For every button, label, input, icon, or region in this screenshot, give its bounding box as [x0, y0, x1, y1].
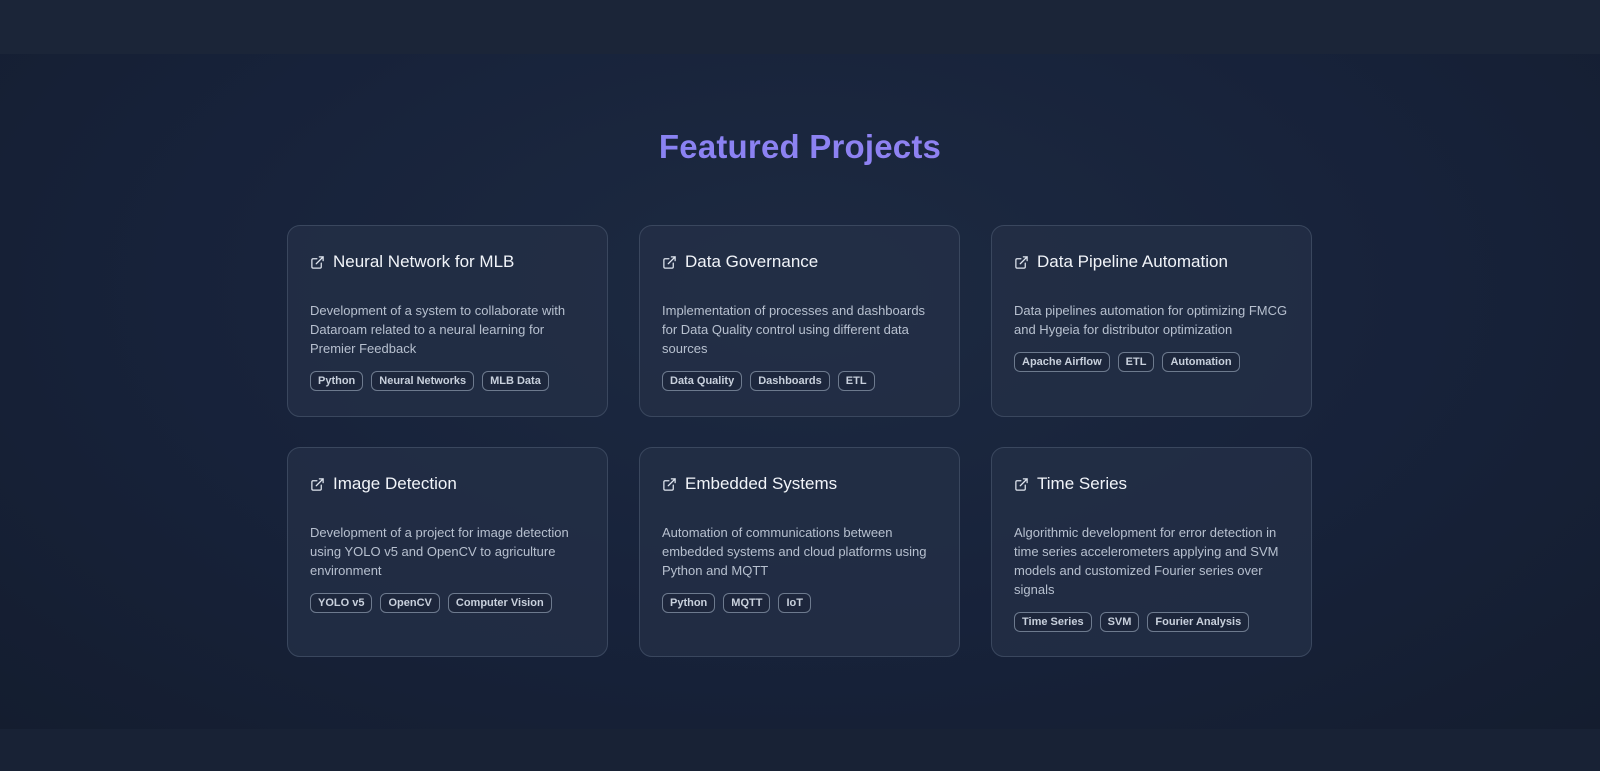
card-header: Neural Network for MLB	[310, 250, 585, 274]
tag: OpenCV	[380, 593, 440, 613]
project-description: Development of a system to collaborate w…	[310, 303, 566, 356]
section-title: Featured Projects	[0, 128, 1600, 166]
tag: Computer Vision	[447, 593, 552, 613]
tag: IoT	[778, 593, 811, 613]
tag-list: Apache Airflow ETL Automation	[1014, 352, 1289, 372]
project-title[interactable]: Embedded Systems	[685, 474, 837, 494]
tag: MQTT	[723, 593, 771, 613]
tag: Python	[662, 593, 716, 613]
tag: Time Series	[1014, 612, 1092, 632]
card-header: Image Detection	[310, 472, 585, 496]
project-card[interactable]: Time Series Algorithmic development for …	[991, 447, 1312, 657]
external-link-icon[interactable]	[662, 255, 677, 270]
project-card[interactable]: Data Governance Implementation of proces…	[639, 225, 960, 417]
projects-section: Featured Projects Neural Network for MLB…	[0, 54, 1600, 729]
tag: Fourier Analysis	[1147, 612, 1250, 632]
tag: ETL	[1117, 352, 1155, 372]
tag: YOLO v5	[310, 593, 373, 613]
external-link-icon[interactable]	[310, 477, 325, 492]
external-link-icon[interactable]	[310, 255, 325, 270]
tag: Data Quality	[662, 371, 743, 391]
tag: Apache Airflow	[1014, 352, 1110, 372]
project-title[interactable]: Neural Network for MLB	[333, 252, 514, 272]
project-card[interactable]: Embedded Systems Automation of communica…	[639, 447, 960, 657]
card-header: Data Governance	[662, 250, 937, 274]
project-description: Automation of communications between emb…	[662, 525, 927, 578]
tag-list: Python Neural Networks MLB Data	[310, 371, 585, 391]
project-description: Data pipelines automation for optimizing…	[1014, 303, 1288, 337]
tag: MLB Data	[482, 371, 549, 391]
bottom-band	[0, 729, 1600, 771]
projects-grid: Neural Network for MLB Development of a …	[287, 225, 1312, 657]
tag: SVM	[1099, 612, 1140, 632]
card-header: Time Series	[1014, 472, 1289, 496]
external-link-icon[interactable]	[1014, 255, 1029, 270]
project-card[interactable]: Image Detection Development of a project…	[287, 447, 608, 657]
project-description: Algorithmic development for error detect…	[1014, 525, 1279, 597]
card-header: Embedded Systems	[662, 472, 937, 496]
project-title[interactable]: Data Pipeline Automation	[1037, 252, 1228, 272]
project-card[interactable]: Neural Network for MLB Development of a …	[287, 225, 608, 417]
tag: Neural Networks	[371, 371, 475, 391]
tag: ETL	[837, 371, 875, 391]
project-title[interactable]: Image Detection	[333, 474, 457, 494]
project-description: Implementation of processes and dashboar…	[662, 303, 926, 356]
project-title[interactable]: Data Governance	[685, 252, 818, 272]
card-header: Data Pipeline Automation	[1014, 250, 1289, 274]
tag: Automation	[1162, 352, 1240, 372]
project-card[interactable]: Data Pipeline Automation Data pipelines …	[991, 225, 1312, 417]
tag: Dashboards	[750, 371, 830, 391]
tag-list: YOLO v5 OpenCV Computer Vision	[310, 593, 585, 613]
tag-list: Time Series SVM Fourier Analysis	[1014, 612, 1289, 632]
project-description: Development of a project for image detec…	[310, 525, 569, 578]
external-link-icon[interactable]	[1014, 477, 1029, 492]
tag-list: Data Quality Dashboards ETL	[662, 371, 937, 391]
external-link-icon[interactable]	[662, 477, 677, 492]
tag-list: Python MQTT IoT	[662, 593, 937, 613]
project-title[interactable]: Time Series	[1037, 474, 1127, 494]
top-band	[0, 0, 1600, 54]
tag: Python	[310, 371, 364, 391]
